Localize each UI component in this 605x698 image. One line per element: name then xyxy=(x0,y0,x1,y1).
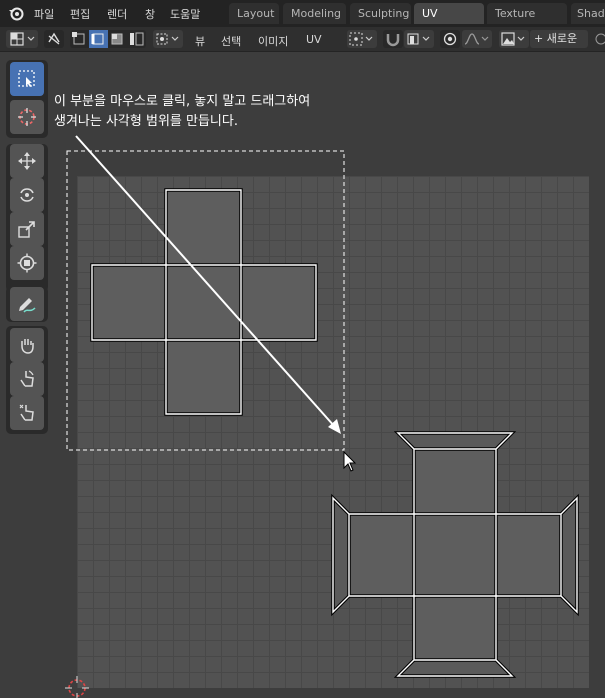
snap-increment-icon xyxy=(407,33,430,45)
tab-modeling[interactable]: Modeling xyxy=(283,3,346,24)
menu-view[interactable]: 뷰 xyxy=(195,33,205,49)
instruction-line-2: 생겨나는 사각형 범위를 만듭니다. xyxy=(54,114,238,129)
top-menu-bar: 파일 편집 렌더 창 도움말 Layout Modeling Sculpting… xyxy=(0,0,605,41)
menu-edit[interactable]: 편집 xyxy=(70,6,90,22)
proportional-edit-icon xyxy=(443,32,457,46)
falloff-curve-icon xyxy=(464,33,489,45)
uv-island-upper[interactable] xyxy=(90,188,318,416)
vertex-select-icon[interactable] xyxy=(70,30,89,48)
magnet-icon xyxy=(386,34,400,47)
tab-uv-editing[interactable]: UV Editing xyxy=(414,3,484,41)
menu-window[interactable]: 창 xyxy=(145,6,155,22)
mouse-pointer-icon xyxy=(343,450,357,472)
menu-select[interactable]: 선택 xyxy=(221,33,241,49)
snap-target-dropdown[interactable] xyxy=(404,30,434,48)
sticky-select-icon xyxy=(156,33,179,45)
uv-island-lower[interactable] xyxy=(331,431,579,678)
pivot-icon xyxy=(349,32,373,46)
face-select-icon[interactable] xyxy=(108,30,127,48)
uv-editor-icon xyxy=(10,32,35,46)
proportional-edit-toggle[interactable] xyxy=(440,30,460,48)
menu-uv[interactable]: UV xyxy=(306,33,322,46)
pivot-point-dropdown[interactable] xyxy=(347,30,377,48)
instruction-text: 이 부분을 마우스로 클릭, 놓지 말고 드래그하여 생겨나는 사각형 범위를 … xyxy=(54,92,384,132)
editor-type-dropdown[interactable] xyxy=(6,30,38,48)
falloff-dropdown[interactable] xyxy=(462,30,492,48)
menu-help[interactable]: 도움말 xyxy=(170,6,200,22)
blender-logo-icon[interactable] xyxy=(8,5,24,21)
sync-arrows-icon xyxy=(48,32,60,45)
image-icon xyxy=(501,32,525,46)
menu-image[interactable]: 이미지 xyxy=(258,33,288,49)
uv-editor-header: 뷰 선택 이미지 UV + 새로운 xyxy=(0,27,605,52)
sticky-selection-dropdown[interactable] xyxy=(153,30,183,48)
tab-layout[interactable]: Layout xyxy=(229,3,279,24)
uv-editor-viewport[interactable]: 이 부분을 마우스로 클릭, 놓지 말고 드래그하여 생겨나는 사각형 범위를 … xyxy=(0,52,605,698)
new-image-button[interactable]: + 새로운 xyxy=(530,30,588,48)
tab-texture-paint[interactable]: Texture Paint xyxy=(487,3,567,41)
instruction-line-1: 이 부분을 마우스로 클릭, 놓지 말고 드래그하여 xyxy=(54,94,311,109)
uv-overlay xyxy=(65,135,579,698)
sync-selection-toggle[interactable] xyxy=(44,30,64,48)
tab-sculpting[interactable]: Sculpting xyxy=(350,3,411,24)
island-select-icon[interactable] xyxy=(127,30,146,48)
image-browse-dropdown[interactable] xyxy=(499,30,529,48)
2d-cursor-icon xyxy=(65,676,89,698)
header-overflow-icon[interactable] xyxy=(594,33,605,45)
menu-render[interactable]: 렌더 xyxy=(107,6,127,22)
edge-select-button[interactable] xyxy=(89,30,108,48)
snap-toggle[interactable] xyxy=(383,30,403,48)
menu-file[interactable]: 파일 xyxy=(34,6,54,22)
tab-shading[interactable]: Shad xyxy=(571,3,605,24)
selection-mode-group xyxy=(70,30,146,48)
edge-select-icon xyxy=(91,33,104,45)
